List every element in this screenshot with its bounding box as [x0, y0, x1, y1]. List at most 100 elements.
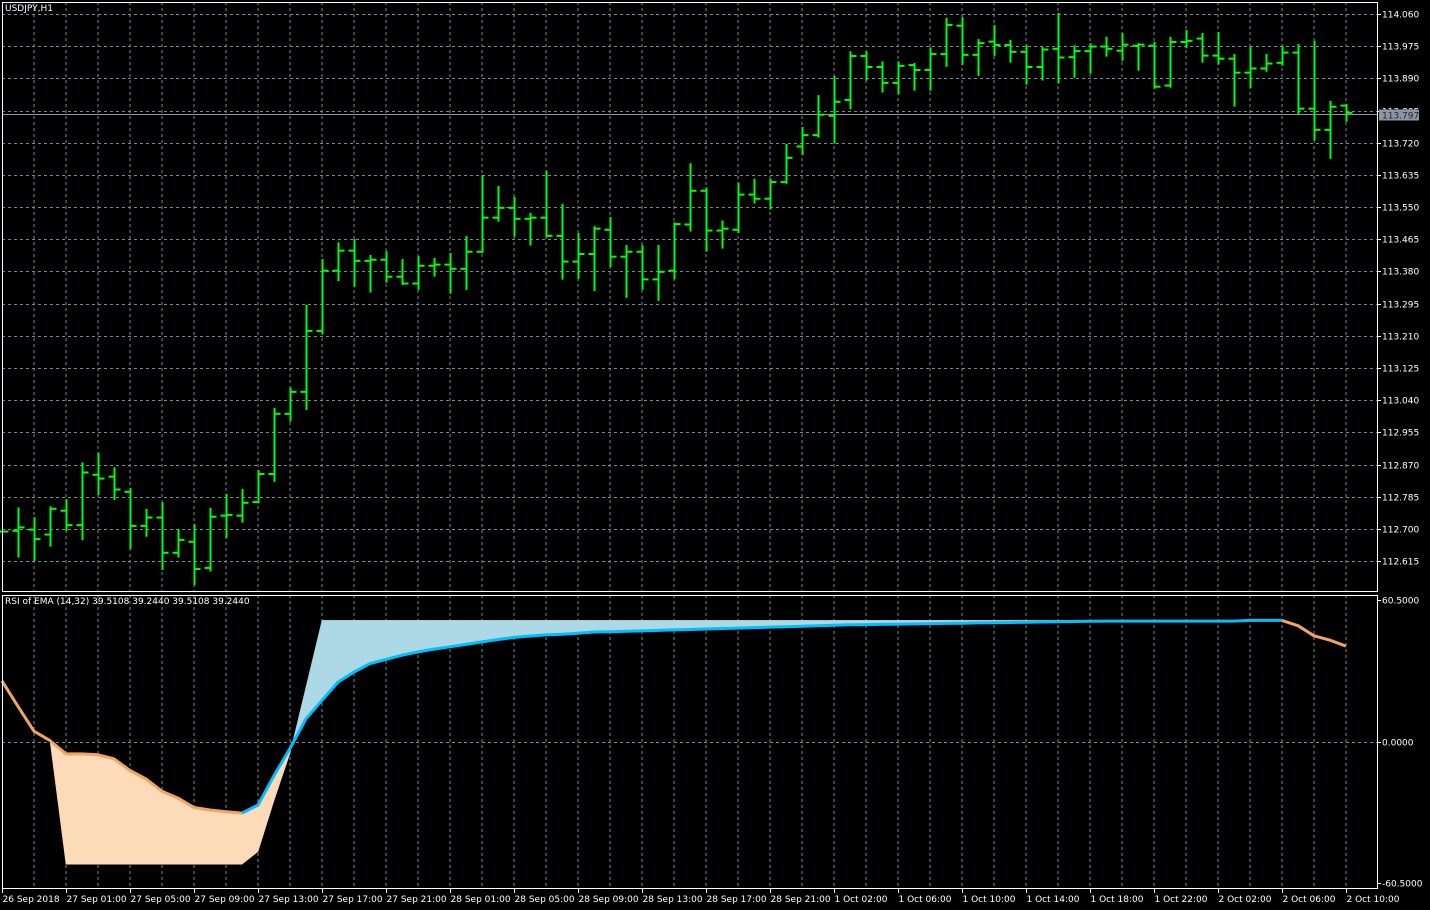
fill-area-down [113, 758, 131, 865]
fill-area-down [241, 804, 259, 865]
ohlc-bar [1068, 45, 1081, 78]
chart-canvas[interactable]: 114.060113.975113.890113.805113.720113.6… [0, 0, 1430, 910]
fill-area-up [545, 620, 563, 636]
time-tick-label: 1 Oct 06:00 [899, 895, 952, 905]
ohlc-bar [284, 387, 297, 422]
ohlc-bar [924, 47, 937, 91]
fill-area-down [49, 739, 67, 865]
ohlc-bar [1132, 43, 1145, 71]
fill-area-down [225, 811, 243, 865]
time-tick-label: 27 Sep 05:00 [131, 895, 191, 905]
ohlc-bar [1084, 43, 1097, 74]
price-tick-label: 112.700 [1382, 526, 1419, 536]
price-tick-label: 113.975 [1382, 43, 1419, 53]
ohlc-bar [1228, 53, 1241, 107]
time-tick-label: 28 Sep 05:00 [515, 895, 575, 905]
ohlc-bar [716, 220, 729, 249]
price-axis[interactable]: 114.060113.975113.890113.805113.720113.6… [1377, 11, 1419, 568]
ohlc-bar [796, 126, 809, 156]
ohlc-bar [1340, 103, 1353, 122]
ohlc-bar [28, 517, 41, 561]
ohlc-bar [940, 17, 953, 67]
ohlc-bar [1004, 39, 1017, 63]
ohlc-bar [268, 407, 281, 482]
ohlc-bar [1244, 47, 1257, 89]
indicator-tick-label: -60.5000 [1382, 880, 1423, 890]
fill-area-down [65, 753, 83, 865]
fill-area-down [257, 775, 275, 852]
time-tick-label: 27 Sep 09:00 [195, 895, 255, 905]
ohlc-bar [748, 178, 761, 204]
ohlc-bar [556, 203, 569, 280]
fill-area-down [273, 747, 291, 801]
fill-area-down [209, 809, 227, 865]
ohlc-bar [476, 175, 489, 254]
ohlc-bar [220, 493, 233, 538]
time-tick-label: 27 Sep 17:00 [323, 895, 383, 905]
time-tick-label: 1 Oct 22:00 [1155, 895, 1208, 905]
ohlc-bar [300, 304, 313, 410]
ohlc-bar [588, 226, 601, 291]
ohlc-bar [684, 163, 697, 232]
price-tick-label: 113.040 [1382, 397, 1419, 407]
ohlc-bar [524, 212, 537, 246]
price-tick-label: 112.870 [1382, 462, 1419, 472]
ohlc-bar [892, 61, 905, 95]
ohlc-bar [348, 239, 361, 287]
ohlc-bar [972, 39, 985, 76]
fill-area-up [417, 620, 435, 653]
price-tick-label: 112.955 [1382, 429, 1419, 439]
ohlc-bar [828, 75, 841, 144]
symbol-timeframe-label: USDJPY,H1 [5, 4, 53, 14]
price-tick-label: 113.125 [1382, 365, 1419, 375]
indicator-fill-area [49, 620, 1282, 865]
ohlc-bar [876, 61, 889, 93]
ohlc-bar [1052, 12, 1065, 84]
time-tick-label: 1 Oct 10:00 [963, 895, 1016, 905]
ohlc-bar [812, 95, 825, 138]
current-price-value: 113.797 [1382, 112, 1419, 122]
main-pane-border [2, 2, 1378, 592]
fill-area-down [177, 797, 195, 865]
ohlc-bar [700, 187, 713, 252]
price-tick-label: 113.890 [1382, 75, 1419, 85]
ohlc-bar [1276, 45, 1289, 66]
main-pane-grid [2, 2, 1377, 591]
price-tick-label: 113.295 [1382, 301, 1419, 311]
fill-area-down [97, 754, 115, 865]
ohlc-bar [1324, 100, 1337, 159]
ohlc-bar [956, 17, 969, 65]
ohlc-bar [540, 170, 553, 238]
fill-area-up [449, 620, 467, 648]
ohlc-bar [1180, 30, 1193, 49]
time-tick-label: 28 Sep 21:00 [771, 895, 831, 905]
time-tick-label: 1 Oct 18:00 [1091, 895, 1144, 905]
fill-area-down [193, 807, 211, 865]
indicator-tick-label: 60.5000 [1382, 597, 1419, 607]
indicator-tick-label: 0.0000 [1382, 739, 1414, 749]
ohlc-bar [988, 25, 1001, 56]
price-tick-label: 114.060 [1382, 11, 1419, 21]
ohlc-bar [844, 51, 857, 110]
ohlc-bar [1308, 40, 1321, 141]
ohlc-bar [236, 488, 249, 523]
ohlc-bar [92, 452, 105, 496]
indicator-label: RSI of EMA (14,32) 39.5108 39.2440 39.51… [5, 597, 250, 607]
ohlc-bar [76, 462, 89, 541]
price-tick-label: 113.550 [1382, 204, 1419, 214]
ohlc-bar [492, 186, 505, 222]
ohlc-bar [860, 51, 873, 81]
ohlc-bar [764, 178, 777, 210]
ohlc-bar [108, 467, 121, 500]
ohlc-bar [908, 62, 921, 91]
time-tick-label: 27 Sep 13:00 [259, 895, 319, 905]
indicator-axis[interactable]: 60.5000 0.0000 -60.5000 [1377, 597, 1423, 890]
ohlc-bar [252, 469, 265, 504]
time-axis[interactable]: 26 Sep 2018 27 Sep 01:00 27 Sep 05:00 27 Se… [2, 888, 1400, 905]
ohlc-bar [140, 508, 153, 537]
time-tick-label: 2 Oct 02:00 [1219, 895, 1272, 905]
price-tick-label: 113.210 [1382, 333, 1419, 343]
ohlc-bar [412, 256, 425, 290]
time-tick-label: 28 Sep 09:00 [579, 895, 639, 905]
ohlc-bar [1100, 36, 1113, 57]
